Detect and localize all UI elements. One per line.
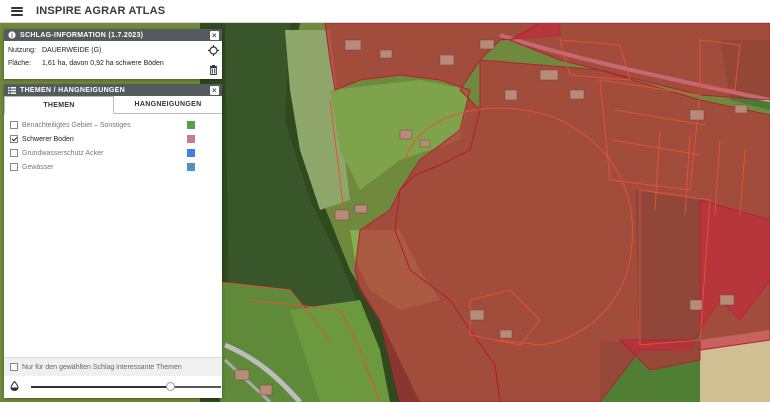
opacity-slider-row bbox=[4, 376, 222, 398]
layer-label: Benachteiligtes Gebiet – Sonstiges bbox=[22, 121, 131, 129]
close-icon[interactable]: × bbox=[210, 85, 219, 95]
close-icon[interactable]: × bbox=[210, 30, 219, 40]
parcel-info-body: Nutzung: DAUERWEIDE (G) Fläche: 1,61 ha,… bbox=[4, 41, 222, 75]
droplet-icon bbox=[10, 378, 19, 396]
info-label: Fläche: bbox=[8, 60, 31, 67]
themes-header: THEMEN / HANGNEIGUNGEN × bbox=[4, 84, 222, 96]
parcel-info-panel: SCHLAG-INFORMATION (1.7.2023) × Nutzung:… bbox=[4, 29, 222, 79]
layer-color-swatch bbox=[187, 121, 195, 129]
trash-icon[interactable] bbox=[209, 65, 218, 77]
filter-checkbox[interactable] bbox=[10, 363, 18, 371]
layer-checkbox[interactable] bbox=[10, 121, 18, 129]
info-tools bbox=[208, 45, 219, 77]
parcel-info-header: SCHLAG-INFORMATION (1.7.2023) × bbox=[4, 29, 222, 41]
layer-item-grundwasserschutz[interactable]: Grundwasserschutz Acker bbox=[4, 146, 222, 160]
layer-item-gewaesser[interactable]: Gewässer bbox=[4, 160, 222, 174]
layer-color-swatch bbox=[187, 149, 195, 157]
top-bar: INSPIRE AGRAR ATLAS bbox=[0, 0, 770, 23]
info-label: Nutzung: bbox=[8, 47, 37, 54]
themes-title: THEMEN / HANGNEIGUNGEN bbox=[20, 86, 125, 94]
list-icon bbox=[7, 86, 16, 95]
info-icon bbox=[7, 31, 16, 40]
layer-color-swatch bbox=[187, 135, 195, 143]
themes-footer: Nur für den gewählten Schlag interessant… bbox=[4, 357, 222, 398]
layer-list: Benachteiligtes Gebiet – Sonstiges Schwe… bbox=[4, 114, 222, 174]
info-value: 1,61 ha, davon 0,92 ha schwere Böden bbox=[42, 60, 164, 67]
crosshair-icon[interactable] bbox=[208, 45, 219, 58]
tab-hangneigungen[interactable]: HANGNEIGUNGEN bbox=[114, 96, 222, 113]
opacity-slider-fill bbox=[31, 386, 170, 388]
layer-label: Gewässer bbox=[22, 163, 54, 171]
parcel-info-title: SCHLAG-INFORMATION (1.7.2023) bbox=[20, 31, 144, 39]
layer-checkbox[interactable] bbox=[10, 135, 18, 143]
filter-row[interactable]: Nur für den gewählten Schlag interessant… bbox=[4, 357, 222, 376]
layer-checkbox[interactable] bbox=[10, 149, 18, 157]
layer-label: Grundwasserschutz Acker bbox=[22, 149, 104, 157]
hamburger-icon[interactable] bbox=[11, 6, 23, 16]
opacity-slider[interactable] bbox=[31, 382, 221, 391]
layer-item-benachteiligtes-gebiet[interactable]: Benachteiligtes Gebiet – Sonstiges bbox=[4, 118, 222, 132]
info-row-flaeche: Fläche: 1,61 ha, davon 0,92 ha schwere B… bbox=[8, 57, 218, 70]
opacity-slider-thumb[interactable] bbox=[165, 382, 175, 391]
info-row-nutzung: Nutzung: DAUERWEIDE (G) bbox=[8, 44, 218, 57]
tab-themen[interactable]: THEMEN bbox=[4, 96, 114, 114]
themes-tabs: THEMEN HANGNEIGUNGEN bbox=[4, 96, 222, 114]
layer-label: Schwerer Boden bbox=[22, 135, 74, 143]
layer-checkbox[interactable] bbox=[10, 163, 18, 171]
layer-color-swatch bbox=[187, 163, 195, 171]
layer-item-schwerer-boden[interactable]: Schwerer Boden bbox=[4, 132, 222, 146]
app-title: INSPIRE AGRAR ATLAS bbox=[36, 5, 166, 17]
themes-panel: THEMEN / HANGNEIGUNGEN × THEMEN HANGNEIG… bbox=[4, 84, 222, 398]
filter-label: Nur für den gewählten Schlag interessant… bbox=[22, 363, 182, 371]
info-value: DAUERWEIDE (G) bbox=[42, 47, 102, 54]
